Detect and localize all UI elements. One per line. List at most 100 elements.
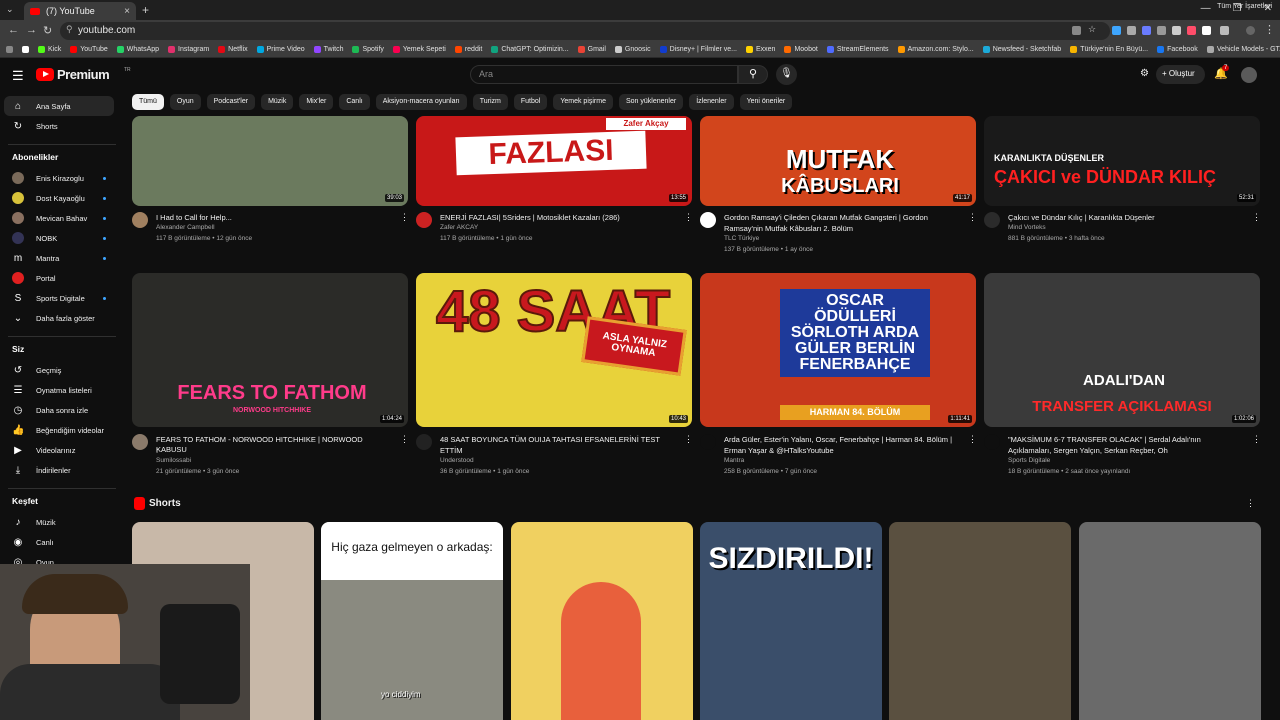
bookmark-item[interactable]: Yemek Sepeti — [392, 46, 446, 53]
video-more-icon[interactable]: ⋮ — [968, 434, 977, 445]
sidebar-item[interactable]: ♪ Müzik — [4, 512, 114, 532]
sidebar-item[interactable]: Dost Kayaoğlu — [4, 188, 114, 208]
short-card[interactable]: SIZDIRILDI! — [700, 522, 882, 720]
short-card[interactable]: Hiç gaza gelmeyen o arkadaş: yo ciddiyim — [321, 522, 503, 720]
reload-icon[interactable]: ↻ — [43, 24, 52, 37]
channel-avatar[interactable] — [984, 212, 1000, 228]
extension-icon[interactable] — [1187, 26, 1196, 35]
chip-8[interactable]: Futbol — [513, 94, 548, 110]
video-more-icon[interactable]: ⋮ — [968, 212, 977, 223]
bookmark-item[interactable]: Twitch — [313, 46, 343, 53]
video-thumbnail[interactable]: KARANLIKTA DÜŞENLER ÇAKICI ve DÜNDAR KILI… — [984, 116, 1260, 206]
video-more-icon[interactable]: ⋮ — [1252, 434, 1261, 445]
sidebar-item[interactable]: S Sports Digitale — [4, 288, 114, 308]
bookmark-item[interactable]: Netflix — [218, 46, 248, 53]
chip-1[interactable]: Oyun — [169, 94, 201, 110]
channel-avatar[interactable] — [132, 434, 148, 450]
video-thumbnail[interactable]: MUTFAK KÂBUSLARI 41:17 — [700, 116, 976, 206]
bookmark-item[interactable]: Disney+ | Filmler ve... — [659, 46, 737, 53]
bookmark-item[interactable]: YouTube — [70, 46, 108, 53]
channel-avatar[interactable] — [700, 212, 716, 228]
video-card[interactable]: ADALI'DAN TRANSFER AÇIKLAMASI 1:02:06 "MAKS… — [984, 273, 1261, 486]
video-title-line2[interactable]: Erman Yaşar & @HTalksYoutube — [724, 446, 962, 456]
sidebar-item[interactable]: m Mantra — [4, 248, 114, 268]
channel-avatar[interactable] — [416, 212, 432, 228]
account-avatar[interactable] — [1241, 67, 1257, 83]
bookmark-item[interactable]: ChatGPT: Optimizin... — [491, 46, 569, 53]
video-card[interactable]: MUTFAK KÂBUSLARI 41:17 Gordon Ramsay'i Çile… — [700, 116, 977, 264]
sidebar-item[interactable]: ⌂ Ana Sayfa — [4, 96, 114, 116]
extensions-puzzle-icon[interactable] — [1220, 26, 1229, 35]
bookmark-item[interactable]: Moobot — [784, 46, 818, 53]
sidebar-item[interactable]: ◉ Canlı — [4, 532, 114, 552]
video-card[interactable]: FEARS TO FATHOM NORWOOD HITCHHIKE 1:04:24 F… — [132, 273, 409, 486]
video-thumbnail[interactable]: FAZLASI Zafer Akçay 13:55 — [416, 116, 692, 206]
chip-9[interactable]: Yemek pişirme — [553, 94, 613, 110]
back-icon[interactable]: ← — [8, 24, 19, 36]
short-card[interactable] — [511, 522, 693, 720]
bookmark-item[interactable]: Gnoosic — [614, 46, 651, 53]
channel-name[interactable]: Sports Digitale — [1008, 457, 1050, 464]
bookmark-item[interactable]: Amazon.com: Stylo... — [897, 46, 974, 53]
channel-avatar[interactable] — [132, 212, 148, 228]
chip-4[interactable]: Mix'ler — [299, 94, 334, 110]
chip-10[interactable]: Son yüklenenler — [619, 94, 684, 110]
minimize-icon[interactable]: — — [1201, 3, 1211, 14]
apps-icon[interactable] — [6, 46, 13, 53]
channel-avatar[interactable] — [416, 434, 432, 450]
video-title[interactable]: ENERJİ FAZLASI| 5Sriders | Motosiklet Ka… — [440, 213, 678, 223]
chip-12[interactable]: Yeni öneriler — [739, 94, 793, 110]
sidebar-item[interactable]: Enis Kirazoglu — [4, 168, 114, 188]
sidebar-item[interactable]: ↺ Geçmiş — [4, 360, 114, 380]
channel-name[interactable]: TLC Türkiye — [724, 235, 759, 242]
chip-2[interactable]: Podcast'ler — [206, 94, 256, 110]
all-bookmarks-button[interactable]: Tüm Yer İşaretleri — [1217, 3, 1272, 10]
new-tab-button[interactable]: + — [142, 3, 149, 17]
channel-name[interactable]: Mantra — [724, 457, 744, 464]
bookmark-item[interactable]: Spotify — [352, 46, 384, 53]
bookmark-item[interactable]: StreamElements — [826, 46, 889, 53]
video-more-icon[interactable]: ⋮ — [1252, 212, 1261, 223]
sidebar-item[interactable]: ⤓ İndirilenler — [4, 460, 114, 480]
bookmark-item[interactable]: Instagram — [168, 46, 209, 53]
video-thumbnail[interactable]: ADALI'DAN TRANSFER AÇIKLAMASI 1:02:06 — [984, 273, 1260, 427]
channel-name[interactable]: Understood — [440, 457, 474, 464]
search-input[interactable]: Ara — [470, 65, 738, 84]
tab-search-icon[interactable]: ⌄ — [6, 4, 14, 15]
chip-7[interactable]: Turizm — [472, 94, 508, 110]
search-button[interactable]: ⚲ — [738, 65, 768, 84]
chip-5[interactable]: Canlı — [339, 94, 370, 110]
video-card[interactable]: FAZLASI Zafer Akçay 13:55 ENERJİ FAZLASI| 5… — [416, 116, 693, 264]
bookmark-item[interactable]: Gmail — [577, 46, 606, 53]
video-title[interactable]: I Had to Call for Help... — [156, 213, 394, 223]
video-more-icon[interactable]: ⋮ — [400, 212, 409, 223]
menu-hamburger-icon[interactable]: ☰ — [12, 68, 24, 84]
video-title-line2[interactable]: ! — [156, 446, 394, 456]
sidebar-item[interactable]: ☰ Oynatma listeleri — [4, 380, 114, 400]
channel-name[interactable]: Zafer AKCAY — [440, 224, 478, 231]
channel-name[interactable]: Mind Vorteks — [1008, 224, 1046, 231]
extension-icon[interactable] — [1157, 26, 1166, 35]
create-button[interactable]: + Oluştur — [1156, 65, 1205, 84]
video-title[interactable]: Gordon Ramsay'i Çileden Çıkaran Mutfak G… — [724, 213, 962, 223]
video-card[interactable]: 39:03 I Had to Call for Help... Alexander … — [132, 116, 409, 264]
video-title-line2[interactable]: Ramsay'nin Mutfak Kâbusları 2. Bölüm — [724, 224, 962, 234]
bookmark-item[interactable]: Exxen — [745, 46, 775, 53]
channel-avatar[interactable] — [984, 434, 1000, 450]
short-card[interactable] — [1079, 522, 1261, 720]
channel-avatar[interactable] — [700, 434, 716, 450]
chip-11[interactable]: İzlenenler — [689, 94, 734, 110]
bookmark-item[interactable]: Vehicle Models - GT... — [1206, 46, 1280, 53]
video-thumbnail[interactable]: OSCAR ÖDÜLLERİ SÖRLOTH ARDA GÜLER BERLİN… — [700, 273, 976, 427]
profile-icon[interactable] — [1246, 26, 1255, 35]
install-icon[interactable] — [1072, 26, 1081, 35]
bookmark-item[interactable]: Prime Video — [256, 46, 305, 53]
x-bookmark-icon[interactable] — [22, 46, 29, 53]
address-bar[interactable]: youtube.com — [60, 22, 1110, 40]
bookmark-item[interactable]: Kick — [38, 46, 61, 53]
extension-icon[interactable] — [1172, 26, 1181, 35]
video-more-icon[interactable]: ⋮ — [684, 434, 693, 445]
video-title[interactable]: Arda Güler, Ester'in Yalanı, Oscar, Fene… — [724, 435, 962, 445]
channel-name[interactable]: Alexander Campbell — [156, 224, 215, 231]
video-card[interactable]: OSCAR ÖDÜLLERİ SÖRLOTH ARDA GÜLER BERLİN… — [700, 273, 977, 486]
